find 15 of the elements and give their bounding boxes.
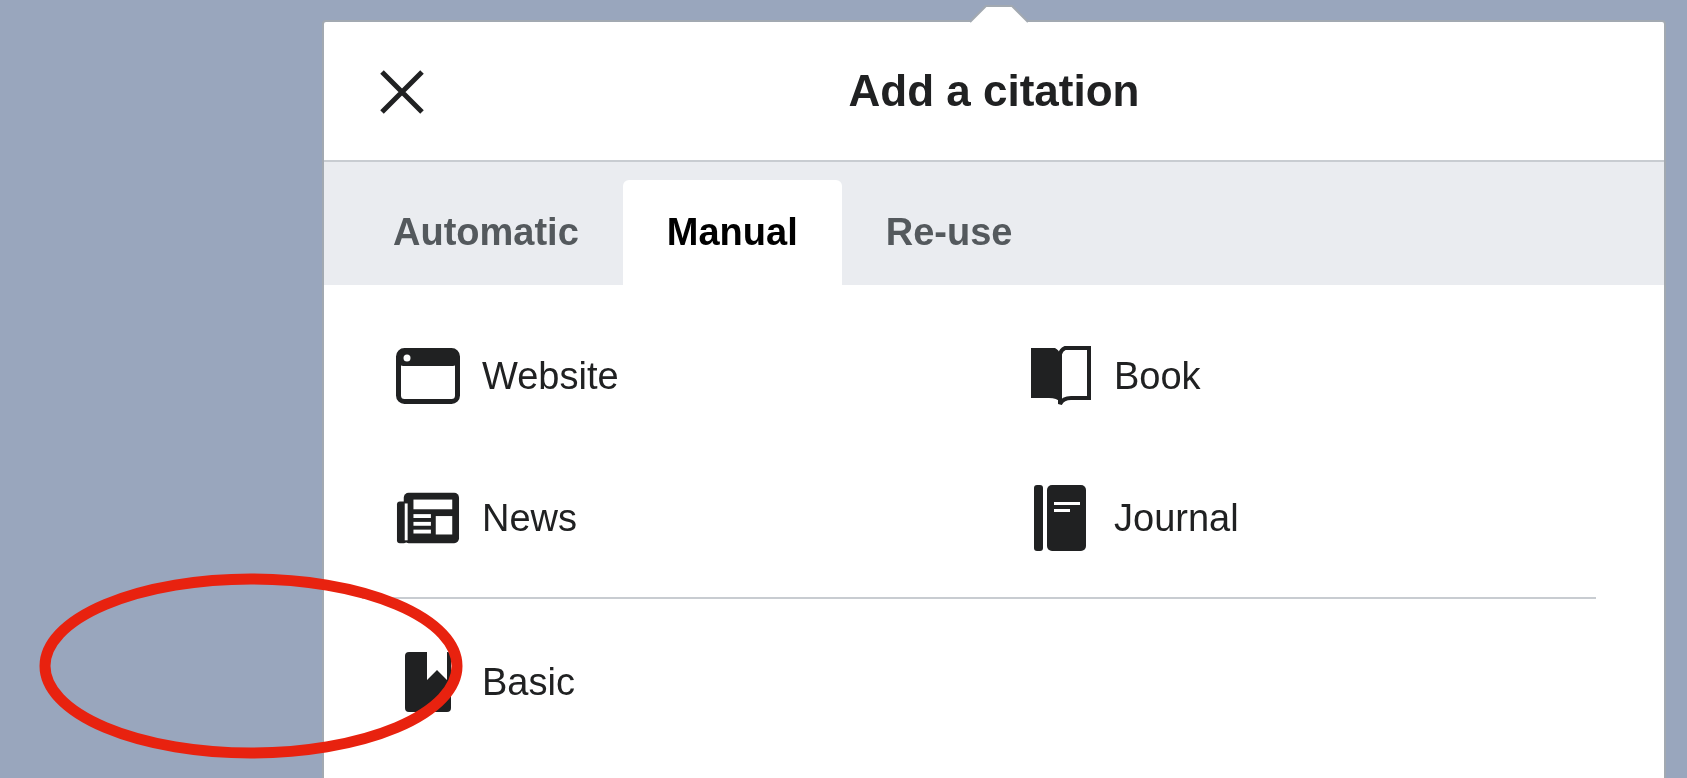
citation-type-option[interactable]: Website: [362, 305, 619, 447]
notebook-icon: [1033, 484, 1087, 552]
newspaper-icon: [396, 491, 460, 545]
citation-type-option[interactable]: Basic: [362, 611, 575, 753]
tab[interactable]: Manual: [622, 180, 842, 285]
dialog-title: Add a citation: [848, 65, 1140, 117]
citation-type-option[interactable]: Book: [994, 305, 1201, 447]
bookmark-book-icon: [404, 651, 452, 713]
tab[interactable]: Re-use: [841, 180, 1057, 285]
citation-type-option[interactable]: Journal: [994, 447, 1239, 589]
close-icon: [378, 68, 426, 116]
tab[interactable]: Automatic: [349, 180, 623, 285]
citation-type-option[interactable]: News: [362, 447, 578, 589]
open-book-icon: [1029, 346, 1091, 406]
browser-window-icon: [396, 348, 460, 404]
